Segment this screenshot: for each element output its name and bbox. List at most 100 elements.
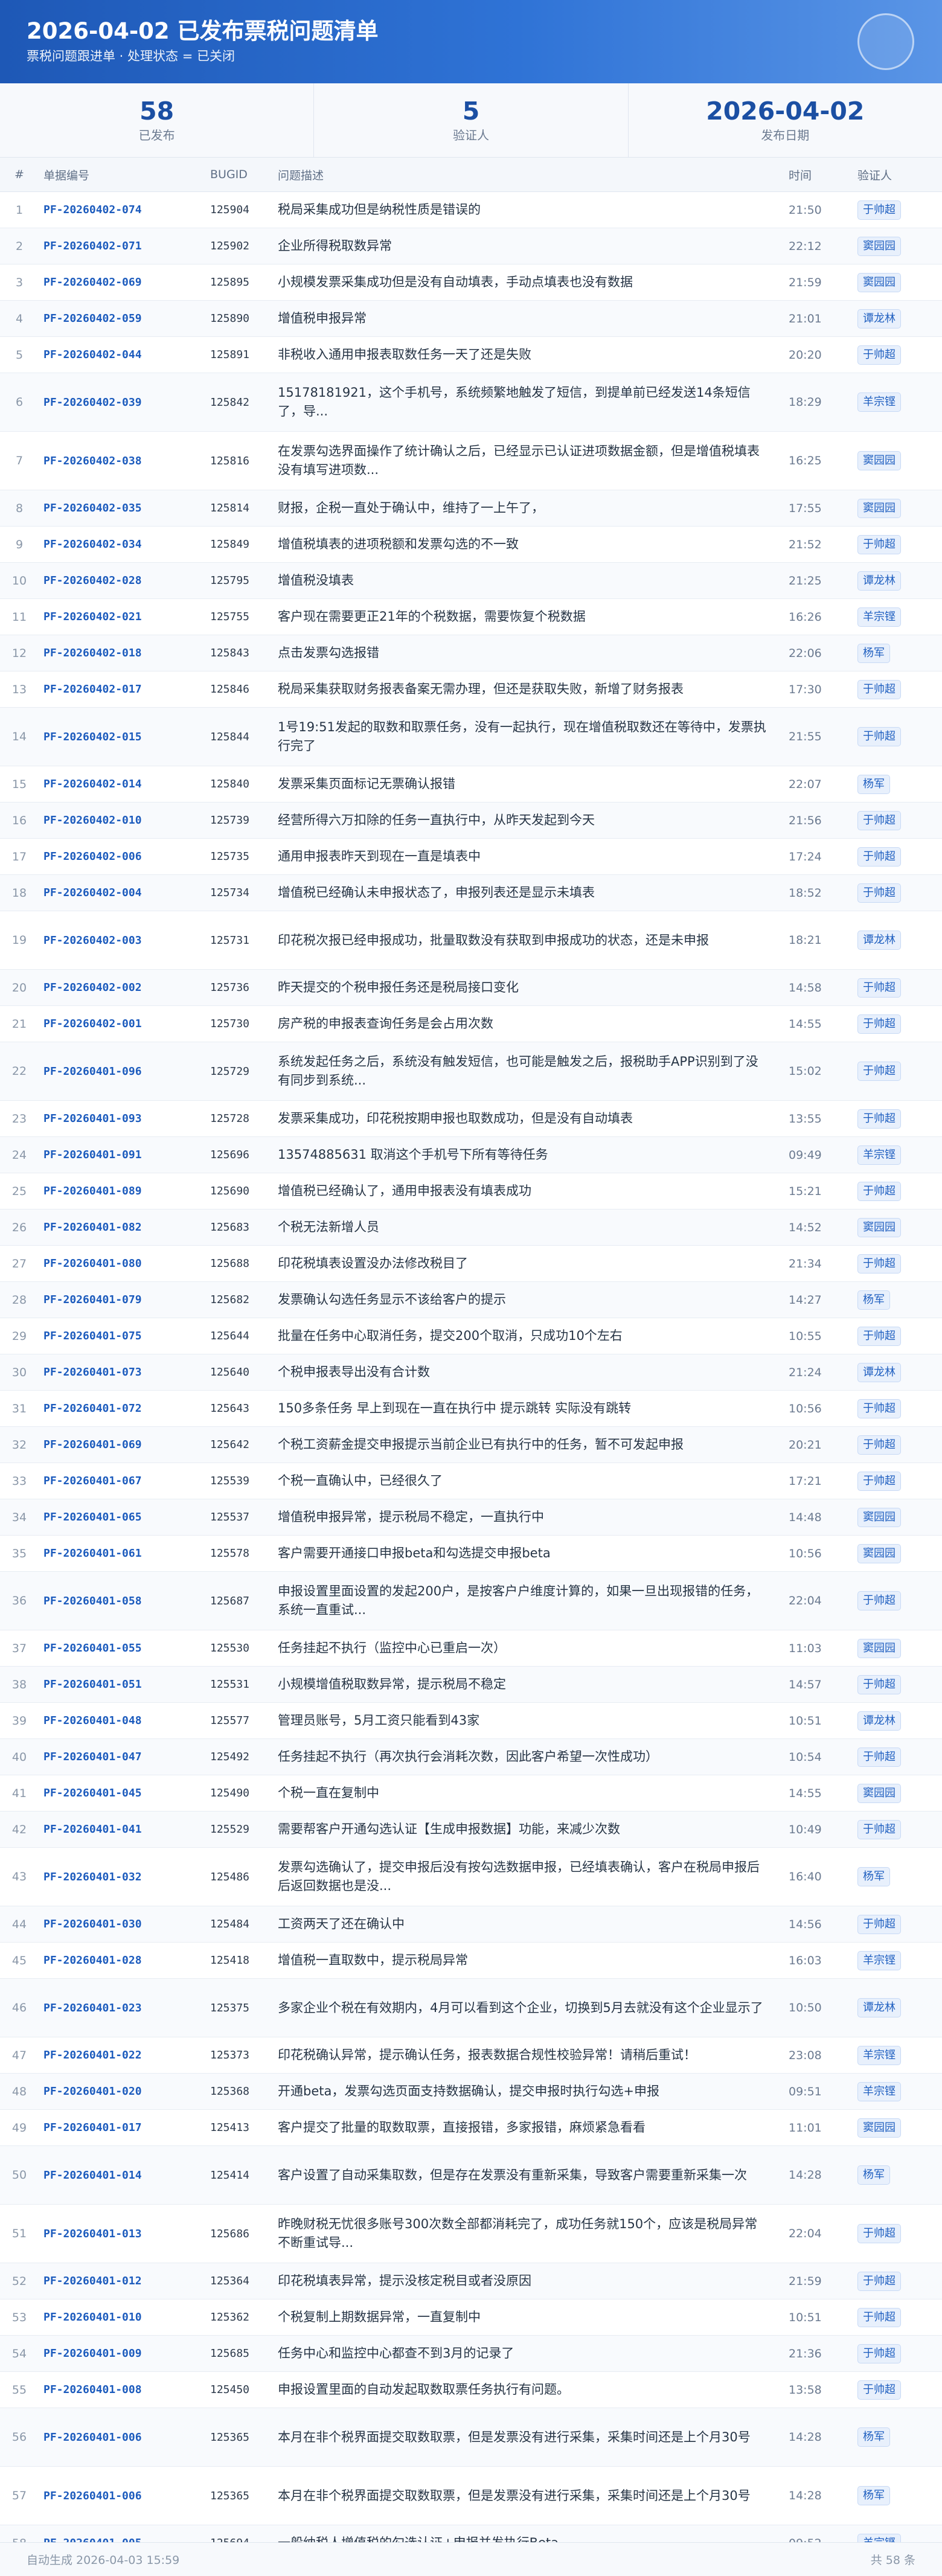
table-row[interactable]: 17 PF-20260402-006 125735 通用申报表昨天到现在一直是填表中 1… [0,839,942,875]
issue-description: 增值税没填表 [278,573,354,588]
table-row[interactable]: 26 PF-20260401-082 125683 个税无法新增人员 14:52 窦园园 [0,1209,942,1246]
table-row[interactable]: 47 PF-20260401-022 125373 印花税确认异常，提示确认任务，报表… [0,2037,942,2074]
table-row[interactable]: 38 PF-20260401-051 125531 小规模增值税取数异常，提示税局不稳… [0,1666,942,1703]
issue-description: 客户设置了自动采集取数，但是存在发票没有重新采集，导致客户需要重新采集一次 [278,2167,747,2182]
row-index: 16 [11,813,27,827]
table-row[interactable]: 39 PF-20260401-048 125577 管理员账号，5月工资只能看到43家… [0,1703,942,1739]
table-row[interactable]: 44 PF-20260401-030 125484 工资两天了还在确认中 14:56 于帅… [0,1906,942,1943]
table-row[interactable]: 8 PF-20260402-035 125814 财报，企税一直处于确认中，维持了一上… [0,490,942,527]
table-row[interactable]: 2 PF-20260402-071 125902 企业所得税取数异常 22:12 窦园园 [0,228,942,264]
table-row[interactable]: 35 PF-20260401-061 125578 客户需要开通接口申报beta和勾选… [0,1536,942,1572]
verifier-badge: 羊宗铿 [857,1950,901,1970]
issue-description: 房产税的申报表查询任务是会占用次数 [278,1016,493,1031]
table-row[interactable]: 29 PF-20260401-075 125644 批量在任务中心取消任务，提交200… [0,1318,942,1354]
table-row[interactable]: 4 PF-20260402-059 125890 增值税申报异常 21:01 谭龙林 [0,300,942,337]
stat-release-date: 2026-04-02 发布日期 [629,83,942,157]
table-row[interactable]: 30 PF-20260401-073 125640 个税申报表导出没有合计数 21:24… [0,1354,942,1391]
table-row[interactable]: 16 PF-20260402-010 125739 经营所得六万扣除的任务一直执行中，… [0,802,942,839]
table-row[interactable]: 18 PF-20260402-004 125734 增值税已经确认未申报状态了，申报列… [0,874,942,911]
table-row[interactable]: 57 PF-20260401-006 125365 本月在非个税界面提交取数取票，但是… [0,2467,942,2525]
verifier-cell: 杨军 [853,766,942,803]
table-row[interactable]: 37 PF-20260401-055 125530 任务挂起不执行（监控中心已重启一次… [0,1630,942,1667]
table-row[interactable]: 1 PF-20260402-074 125904 税局采集成功但是纳税性质是错误的 21… [0,192,942,228]
verifier-badge: 谭龙林 [857,571,901,591]
verifier-badge: 羊宗铿 [857,392,901,412]
table-row[interactable]: 55 PF-20260401-008 125450 申报设置里面的自动发起取数取票任务… [0,2372,942,2408]
bug-id: 125902 [210,240,250,252]
table-row[interactable]: 23 PF-20260401-093 125728 发票采集成功，印花税按期申报也取数… [0,1101,942,1137]
table-row[interactable]: 45 PF-20260401-028 125418 增值税一直取数中，提示税局异常 16… [0,1943,942,1979]
issue-description: 增值税申报异常，提示税局不稳定，一直执行中 [278,1510,544,1524]
table-row[interactable]: 7 PF-20260402-038 125816 在发票勾选界面操作了统计确认之后，已… [0,432,942,490]
table-row[interactable]: 6 PF-20260402-039 125842 15178181921，这个手机号，… [0,373,942,432]
verifier-badge: 窦园园 [857,2118,901,2138]
stat-value: 58 [139,97,175,126]
table-row[interactable]: 54 PF-20260401-009 125685 任务中心和监控中心都查不到3月的记… [0,2335,942,2372]
verifier-cell: 于帅超 [853,970,942,1006]
table-row[interactable]: 15 PF-20260402-014 125840 发票采集页面标记无票确认报错 22:… [0,766,942,803]
issue-description-cell: 本月在非个税界面提交取数取票，但是发票没有进行采集，采集时间还是上个月30号 [273,2408,784,2467]
ticket-number: PF-20260402-071 [43,240,142,252]
issue-description: 13574885631 取消这个手机号下所有等待任务 [278,1147,548,1162]
table-header-row: # 单据编号 BUGID 问题描述 时间 验证人 [0,158,942,192]
row-index: 26 [11,1220,27,1234]
issue-description: 个税一直在复制中 [278,1786,379,1800]
table-row[interactable]: 46 PF-20260401-023 125375 多家企业个税在有效期内，4月可以看… [0,1978,942,2037]
time-cell: 14:55 [789,1786,822,1800]
table-row[interactable]: 36 PF-20260401-058 125687 申报设置里面设置的发起200户，是… [0,1571,942,1630]
table-row[interactable]: 31 PF-20260401-072 125643 150多条任务 早上到现在一直在执… [0,1391,942,1427]
table-row[interactable]: 28 PF-20260401-079 125682 发票确认勾选任务显示不该给客户的提… [0,1281,942,1318]
issue-description-cell: 1号19:51发起的取数和取票任务，没有一起执行，现在增值税取数还在等待中，发票… [273,708,784,766]
table-row[interactable]: 27 PF-20260401-080 125688 印花税填表设置没办法修改税目了 21… [0,1246,942,1282]
verifier-badge: 杨军 [857,1867,890,1886]
bug-id: 125814 [210,502,250,514]
table-row[interactable]: 43 PF-20260401-032 125486 发票勾选确认了，提交申报后没有按勾… [0,1848,942,1906]
table-row[interactable]: 21 PF-20260402-001 125730 房产税的申报表查询任务是会占用次数… [0,1006,942,1042]
table-row[interactable]: 33 PF-20260401-067 125539 个税一直确认中，已经很久了 17:2… [0,1463,942,1499]
table-row[interactable]: 50 PF-20260401-014 125414 客户设置了自动采集取数，但是存在发… [0,2145,942,2205]
table-row[interactable]: 52 PF-20260401-012 125364 印花税填表异常，提示没核定税目或者… [0,2263,942,2299]
table-row[interactable]: 22 PF-20260401-096 125729 系统发起任务之后，系统没有触发短信… [0,1042,942,1101]
table-row[interactable]: 48 PF-20260401-020 125368 开通beta，发票勾选页面支持数据… [0,2073,942,2110]
verifier-cell: 羊宗铿 [853,373,942,432]
time-cell: 22:07 [789,777,822,791]
table-row[interactable]: 56 PF-20260401-006 125365 本月在非个税界面提交取数取票，但是… [0,2408,942,2467]
verifier-badge: 窦园园 [857,1507,901,1527]
ticket-number: PF-20260402-059 [43,312,142,325]
verifier-cell: 窦园园 [853,1630,942,1667]
table-row[interactable]: 34 PF-20260401-065 125537 增值税申报异常，提示税局不稳定，一… [0,1499,942,1536]
issue-description-cell: 个税一直在复制中 [273,1775,784,1812]
verifier-badge: 杨军 [857,1290,890,1310]
verifier-cell: 于帅超 [853,1427,942,1463]
bug-id: 125843 [210,647,250,659]
table-row[interactable]: 32 PF-20260401-069 125642 个税工资薪金提交申报提示当前企业已… [0,1426,942,1463]
table-row[interactable]: 12 PF-20260402-018 125843 点击发票勾选报错 22:06 杨军 [0,635,942,671]
row-index: 52 [11,2274,27,2288]
issue-description: 1号19:51发起的取数和取票任务，没有一起执行，现在增值税取数还在等待中，发票… [278,720,766,753]
table-row[interactable]: 25 PF-20260401-089 125690 增值税已经确认了，通用申报表没有填… [0,1173,942,1210]
table-row[interactable]: 49 PF-20260401-017 125413 客户提交了批量的取数取票，直接报错… [0,2110,942,2146]
row-index: 46 [11,2001,27,2014]
table-row[interactable]: 51 PF-20260401-013 125686 昨晚财税无忧很多账号300次数全部… [0,2205,942,2263]
table-row[interactable]: 11 PF-20260402-021 125755 客户现在需要更正21年的个税数据，… [0,599,942,635]
table-row[interactable]: 24 PF-20260401-091 125696 13574885631 取消这个手… [0,1136,942,1173]
table-row[interactable]: 42 PF-20260401-041 125529 需要帮客户开通勾选认证【生成申报数… [0,1811,942,1848]
table-row[interactable]: 3 PF-20260402-069 125895 小规模发票采集成功但是没有自动填表，… [0,264,942,301]
ticket-number: PF-20260402-015 [43,730,142,743]
table-row[interactable]: 41 PF-20260401-045 125490 个税一直在复制中 14:55 窦园园 [0,1775,942,1812]
ticket-number: PF-20260401-023 [43,2001,142,2014]
table-row[interactable]: 5 PF-20260402-044 125891 非税收入通用申报表取数任务一天了还是… [0,337,942,373]
time-cell: 21:55 [789,730,822,743]
table-row[interactable]: 9 PF-20260402-034 125849 增值税填表的进项税额和发票勾选的不一… [0,527,942,563]
table-row[interactable]: 53 PF-20260401-010 125362 个税复制上期数据异常，一直复制中 1… [0,2299,942,2336]
verifier-cell: 谭龙林 [853,1354,942,1391]
table-row[interactable]: 19 PF-20260402-003 125731 印花税次报已经申报成功，批量取数没… [0,911,942,970]
table-row[interactable]: 14 PF-20260402-015 125844 1号19:51发起的取数和取票任务… [0,707,942,766]
table-row[interactable]: 13 PF-20260402-017 125846 税局采集获取财务报表备案无需办理，… [0,671,942,708]
issue-description: 点击发票勾选报错 [278,646,379,660]
table-row[interactable]: 20 PF-20260402-002 125736 昨天提交的个税申报任务还是税局接口… [0,969,942,1006]
time-cell: 21:56 [789,813,822,827]
table-row[interactable]: 40 PF-20260401-047 125492 任务挂起不执行（再次执行会消耗次数… [0,1738,942,1775]
table-row[interactable]: 10 PF-20260402-028 125795 增值税没填表 21:25 谭龙林 [0,562,942,599]
issue-description-cell: 昨晚财税无忧很多账号300次数全部都消耗完了，成功任务就150个，应该是税局异常… [273,2205,784,2263]
